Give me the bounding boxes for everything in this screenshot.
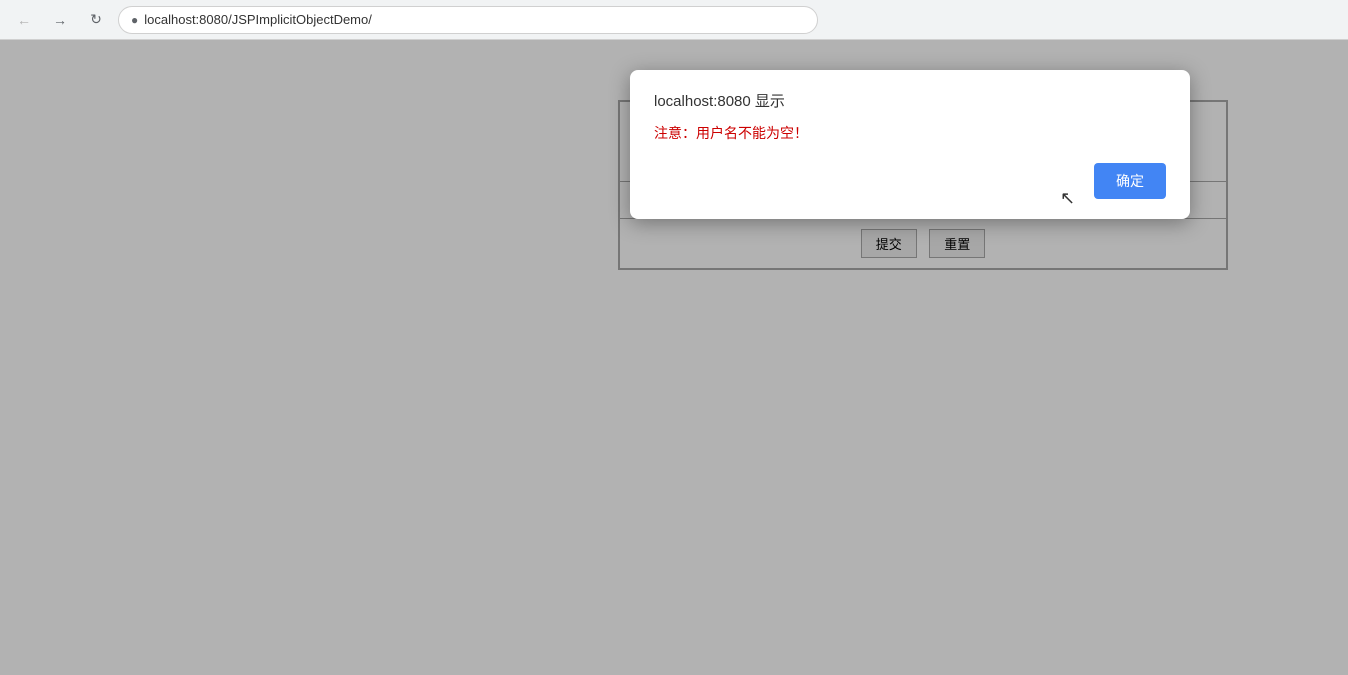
forward-button[interactable]: → — [46, 6, 74, 34]
browser-chrome: ← → ↻ ● localhost:8080/JSPImplicitObject… — [0, 0, 1348, 40]
dialog-ok-button[interactable]: 确定 — [1094, 163, 1166, 199]
address-bar[interactable]: ● localhost:8080/JSPImplicitObjectDemo/ — [118, 6, 818, 34]
dialog-box: localhost:8080 显示 注意：用户名不能为空！ 确定 — [630, 70, 1190, 219]
reload-button[interactable]: ↻ — [82, 6, 110, 34]
dialog-footer: 确定 — [654, 163, 1166, 199]
dialog-title: localhost:8080 显示 — [654, 90, 1166, 111]
url-text: localhost:8080/JSPImplicitObjectDemo/ — [144, 12, 372, 27]
page-content: 二 你从哪里知道本网站 报刊 网络 — [0, 40, 1348, 675]
back-button[interactable]: ← — [10, 6, 38, 34]
lock-icon: ● — [131, 13, 138, 27]
dialog-message: 注意：用户名不能为空！ — [654, 123, 1166, 143]
